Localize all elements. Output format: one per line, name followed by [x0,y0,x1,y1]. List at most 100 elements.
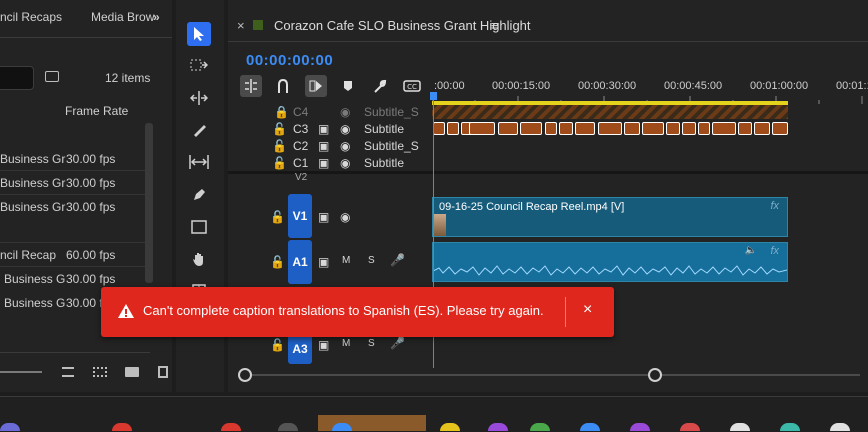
scroll-start-handle[interactable] [238,368,252,382]
taskbar-app-icon[interactable] [332,423,352,431]
item-name: Business G [4,296,66,310]
track-target-a1[interactable]: A1 [288,240,312,284]
taskbar-app-icon[interactable] [488,423,508,431]
eye-icon[interactable]: ◉ [340,139,350,153]
timeline-scrollbar[interactable] [240,374,860,376]
caption-clips-c3[interactable] [432,121,788,137]
add-marker-icon[interactable] [337,75,359,97]
snap-icon[interactable] [272,75,294,97]
column-header-frame-rate[interactable]: Frame Rate [65,104,128,118]
lock-icon[interactable]: 🔒 [274,105,289,119]
toast-message: Can't complete caption translations to S… [143,303,544,318]
captions-icon[interactable]: CC [401,75,423,97]
track-name: Subtitle [364,122,405,136]
lock-icon[interactable]: 🔓 [270,255,285,269]
taskbar-app-icon[interactable] [780,423,800,431]
lock-icon[interactable]: 🔓 [270,338,285,352]
close-sequence-icon[interactable]: × [237,18,245,33]
taskbar-app-icon[interactable] [530,423,550,431]
selection-tool-icon[interactable] [187,22,211,46]
rectangle-tool-icon[interactable] [187,215,211,239]
item-name: Business Gr [0,200,66,214]
sync-icon[interactable]: ▣ [318,156,329,170]
fx-badge: fx [770,200,779,212]
insert-sequence-nest-icon[interactable] [240,75,262,97]
search-filter-icon[interactable] [45,71,59,82]
taskbar-app-icon[interactable] [278,423,298,431]
taskbar-app-icon[interactable] [730,423,750,431]
eye-icon[interactable]: ◉ [340,156,350,170]
item-frame-rate: 30.00 fps [66,272,116,286]
sync-icon[interactable]: ▣ [318,255,329,269]
sync-icon[interactable]: ▣ [318,139,329,153]
taskbar-app-icon[interactable] [0,423,20,431]
hand-tool-icon[interactable] [187,247,211,271]
item-name: Business Gr [0,176,66,190]
menu-icon[interactable]: ≡ [491,18,499,33]
taskbar-app-icon[interactable] [221,423,241,431]
sync-icon[interactable]: ▣ [318,122,329,136]
item-frame-rate: 60.00 fps [66,248,116,262]
mute-button[interactable]: M [342,255,350,266]
taskbar-app-icon[interactable] [440,423,460,431]
taskbar-app-icon[interactable] [580,423,600,431]
settings-wrench-icon[interactable] [369,75,391,97]
slip-tool-icon[interactable] [187,150,211,174]
toast-close-button[interactable]: × [583,301,592,319]
track-target-v1[interactable]: V1 [288,194,312,238]
razor-tool-icon[interactable] [187,118,211,142]
taskbar-app-icon[interactable] [112,423,132,431]
pen-tool-icon[interactable] [187,183,211,207]
tabs-overflow-icon[interactable]: » [153,10,160,24]
solo-button[interactable]: S [368,338,375,349]
video-clip[interactable]: 09-16-25 Council Recap Reel.mp4 [V] fx [432,197,788,237]
taskbar-app-icon[interactable] [680,423,700,431]
zoom-slider[interactable] [0,371,42,373]
lock-icon[interactable]: 🔓 [272,156,287,170]
ruler-label: 00:00:15:00 [492,80,551,92]
playhead-timecode[interactable]: 00:00:00:00 [246,52,333,69]
microphone-icon[interactable]: 🎤 [390,253,405,267]
new-item-icon[interactable] [158,366,168,378]
taskbar-app-icon[interactable] [630,423,650,431]
ruler-label: :00:00 [434,80,465,92]
search-input[interactable] [0,66,34,90]
tab-council-recaps[interactable]: ncil Recaps [0,10,62,24]
mute-button[interactable]: M [342,338,350,349]
eye-icon[interactable]: ◉ [340,105,350,119]
audio-speaker-icon: 🔈 [744,245,757,256]
caption-track-c4[interactable] [432,105,788,119]
lock-icon[interactable]: 🔓 [270,210,285,224]
track-label-v2: V2 [295,172,308,183]
fx-badge: fx [770,245,779,257]
track-label: C2 [293,139,309,153]
track-label: C3 [293,122,309,136]
list-item[interactable]: Business Gr 30.00 fps [0,148,145,170]
item-frame-rate: 30.00 fps [66,176,116,190]
microphone-icon[interactable]: 🎤 [390,336,405,350]
linked-selection-icon[interactable] [305,75,327,97]
tab-media-browser[interactable]: Media Brow [91,10,154,24]
list-item[interactable]: Business Gr 30.00 fps [0,172,145,194]
list-item[interactable]: Business Gr 30.00 fps [0,196,145,218]
lock-icon[interactable]: 🔓 [272,139,287,153]
sort-icon[interactable] [62,367,74,377]
taskbar-app-icon[interactable] [830,423,850,431]
sync-icon[interactable]: ▣ [318,338,329,352]
scrollbar[interactable] [145,123,153,283]
list-item[interactable]: ncil Recap 60.00 fps [0,244,145,266]
audio-clip[interactable]: 🔈 fx [432,242,788,282]
track-select-tool-icon[interactable] [187,53,211,77]
eye-icon[interactable]: ◉ [340,122,350,136]
sync-icon[interactable]: ▣ [318,210,329,224]
track-target-a3[interactable]: A3 [288,334,312,364]
new-bin-icon[interactable] [125,367,139,377]
scroll-end-handle[interactable] [648,368,662,382]
lock-icon[interactable]: 🔓 [272,122,287,136]
freeform-view-icon[interactable] [93,367,107,377]
solo-button[interactable]: S [368,255,375,266]
ruler-label: 00:00:30:00 [578,80,637,92]
ripple-edit-tool-icon[interactable] [187,86,211,110]
eye-icon[interactable]: ◉ [340,210,350,224]
playhead-handle[interactable] [430,92,437,100]
